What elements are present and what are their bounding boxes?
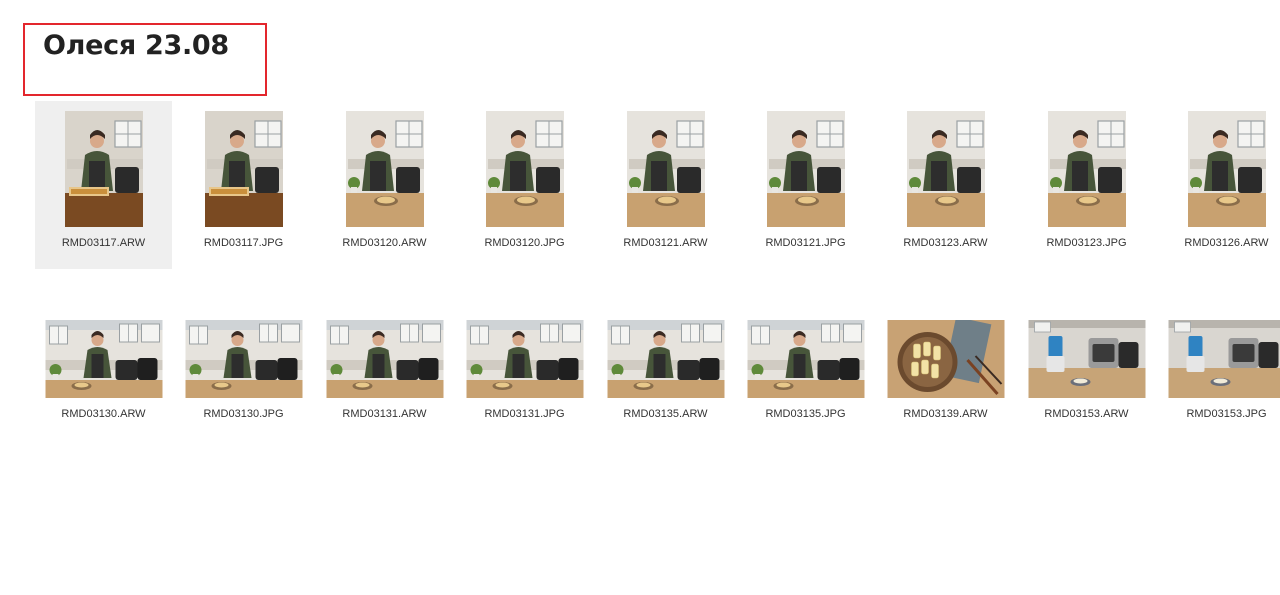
file-thumbnail-image[interactable] [345,111,424,227]
file-thumbnail-image[interactable] [887,320,1004,398]
file-name-label: RMD03120.ARW [342,237,427,249]
file-name-label: RMD03131.JPG [484,408,565,420]
file-tile[interactable]: RMD03153.ARW [1018,300,1155,468]
file-name-label: RMD03153.JPG [1186,408,1267,420]
file-tile[interactable]: RMD03120.JPG [456,101,593,269]
file-name-label: RMD03123.JPG [1046,237,1127,249]
file-tile[interactable]: RMD03126.ARW [1158,101,1280,269]
file-tile[interactable]: RMD03153.JPG [1158,300,1280,468]
file-thumbnail-image[interactable] [485,111,564,227]
file-tile[interactable]: RMD03130.JPG [175,300,312,468]
file-tile[interactable]: RMD03130.ARW [35,300,172,468]
file-tile[interactable]: RMD03123.JPG [1018,101,1155,269]
file-thumbnail-image[interactable] [1047,111,1126,227]
file-name-label: RMD03121.JPG [765,237,846,249]
file-thumbnail-image[interactable] [747,320,864,398]
file-name-label: RMD03130.JPG [203,408,284,420]
file-tile[interactable]: RMD03131.ARW [316,300,453,468]
file-thumbnail-image[interactable] [766,111,845,227]
file-name-label: RMD03126.ARW [1184,237,1269,249]
file-thumbnail-image[interactable] [1168,320,1280,398]
file-name-label: RMD03131.ARW [342,408,427,420]
file-thumbnail-image[interactable] [626,111,705,227]
file-tile[interactable]: RMD03121.ARW [597,101,734,269]
file-thumbnail-image[interactable] [1187,111,1266,227]
file-name-label: RMD03130.ARW [61,408,146,420]
file-thumbnail-image[interactable] [45,320,162,398]
file-name-label: RMD03153.ARW [1044,408,1129,420]
file-thumbnail-image[interactable] [64,111,143,227]
file-name-label: RMD03123.ARW [903,237,988,249]
photo-grid: RMD03117.ARW RMD03117.JPG RMD03120.ARW R… [0,0,1280,595]
file-name-label: RMD03121.ARW [623,237,708,249]
file-thumbnail-image[interactable] [607,320,724,398]
file-name-label: RMD03135.ARW [623,408,708,420]
file-tile[interactable]: RMD03139.ARW [877,300,1014,468]
file-tile[interactable]: RMD03135.ARW [597,300,734,468]
file-thumbnail-image[interactable] [326,320,443,398]
file-thumbnail-image[interactable] [1028,320,1145,398]
file-tile[interactable]: RMD03120.ARW [316,101,453,269]
file-thumbnail-image[interactable] [466,320,583,398]
file-tile[interactable]: RMD03135.JPG [737,300,874,468]
file-tile[interactable]: RMD03123.ARW [877,101,1014,269]
file-thumbnail-image[interactable] [204,111,283,227]
file-name-label: RMD03117.ARW [61,237,146,249]
file-name-label: RMD03117.JPG [203,237,284,249]
file-thumbnail-image[interactable] [185,320,302,398]
file-name-label: RMD03139.ARW [903,408,988,420]
file-tile[interactable]: RMD03121.JPG [737,101,874,269]
file-name-label: RMD03135.JPG [765,408,846,420]
file-thumbnail-image[interactable] [906,111,985,227]
file-tile[interactable]: RMD03117.JPG [175,101,312,269]
file-name-label: RMD03120.JPG [484,237,565,249]
file-tile[interactable]: RMD03131.JPG [456,300,593,468]
file-tile[interactable]: RMD03117.ARW [35,101,172,269]
